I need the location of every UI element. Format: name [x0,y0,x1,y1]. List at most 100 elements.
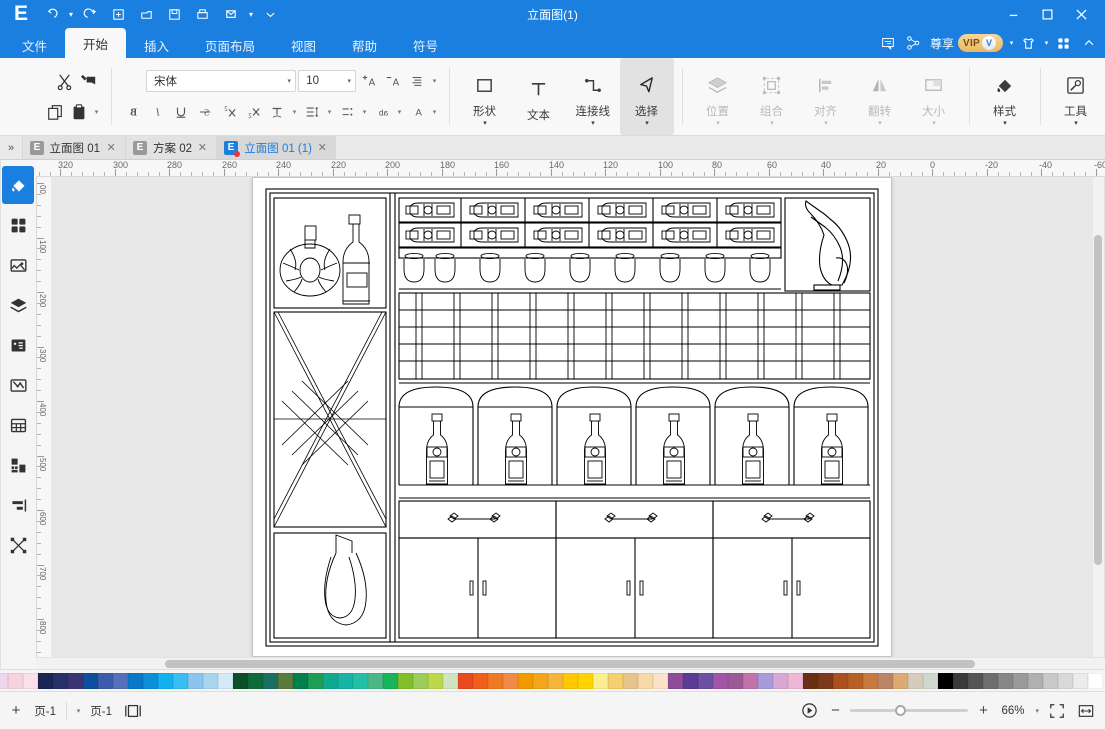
zoom-slider-knob[interactable] [895,705,907,716]
palette-swatch[interactable] [1043,672,1058,689]
document-tab-active[interactable]: ✕ 立面图 01 (1) E [215,136,336,159]
palette-swatch[interactable] [893,672,908,689]
print-icon[interactable] [190,1,216,27]
add-page-button[interactable]: + [8,702,24,719]
palette-swatch[interactable] [848,672,863,689]
tab-bangzhu[interactable]: 帮助 [334,32,395,58]
redo-dropdown-caret[interactable]: ▾ [246,10,256,19]
palette-swatch[interactable] [968,672,983,689]
canvas-area[interactable] [51,177,1093,657]
add-page-icon[interactable] [106,1,132,27]
maximize-button[interactable] [1031,0,1065,28]
shape-button[interactable]: 形状 ▾ [458,58,512,135]
copy-icon[interactable] [44,101,66,123]
highlight-icon[interactable]: ab [371,101,393,123]
theme-dropdown-caret[interactable]: ▾ [1007,39,1016,47]
palette-swatch[interactable] [203,672,218,689]
sidebar-item-image[interactable] [3,246,35,284]
view-mode-icon[interactable] [122,700,144,722]
text-align-icon[interactable] [406,70,428,92]
vip-label[interactable]: 尊享 [930,35,954,52]
tab-yemianbuju[interactable]: 页面布局 [187,32,273,58]
horizontal-ruler[interactable]: -60 -40 -20 0 20 40 60 80 100 120 140 160 180 200 220 2… [36,160,1105,177]
palette-swatch[interactable] [308,672,323,689]
style-button[interactable]: 样式 ▾ [978,58,1032,135]
palette-swatch[interactable] [443,672,458,689]
save-icon[interactable] [162,1,188,27]
palette-swatch[interactable] [413,672,428,689]
palette-swatch[interactable] [68,672,83,689]
underline-icon[interactable] [170,101,192,123]
palette-swatch[interactable] [113,672,128,689]
palette-swatch[interactable] [653,672,668,689]
horizontal-scrollbar-thumb[interactable] [165,660,975,668]
undo-dropdown-caret[interactable]: ▾ [66,10,76,19]
theme-shirt-icon[interactable] [1017,31,1041,55]
strikethrough-icon[interactable]: S [194,101,216,123]
size-caret-icon[interactable]: ▾ [932,120,936,127]
palette-swatch[interactable] [803,672,818,689]
horizontal-scrollbar[interactable] [36,657,1105,669]
line-spacing-caret-icon[interactable]: ▾ [325,108,334,116]
palette-swatch[interactable] [908,672,923,689]
palette-swatch[interactable] [1088,672,1103,689]
undo-icon[interactable] [78,1,104,27]
tab-kaishi[interactable]: 开始 [65,28,127,58]
clear-format-icon[interactable] [266,101,288,123]
close-button[interactable] [1065,0,1099,28]
vertical-ruler[interactable]: 00100200300400500600700800900 [36,177,51,657]
minimize-button[interactable] [997,0,1031,28]
format-painter-icon[interactable] [78,70,101,92]
font-family-select[interactable]: ▾ 宋体 [146,70,296,92]
sidebar-item-shapes[interactable] [3,206,35,244]
bullet-list-icon[interactable] [336,101,358,123]
paste-icon[interactable] [68,101,90,123]
comment-icon[interactable] [876,31,900,55]
palette-swatch[interactable] [683,672,698,689]
page-label-right[interactable]: 页-1 [90,703,112,719]
palette-swatch[interactable] [608,672,623,689]
palette-swatch[interactable] [1028,672,1043,689]
palette-swatch[interactable] [233,672,248,689]
palette-swatch[interactable] [158,672,173,689]
palette-swatch[interactable] [713,672,728,689]
presentation-play-icon[interactable] [798,700,820,722]
palette-swatch[interactable] [368,672,383,689]
font-color-caret-icon[interactable]: ▾ [430,108,439,116]
zoom-out-button[interactable]: − [827,702,843,719]
flip-caret-icon[interactable]: ▾ [878,120,882,127]
palette-swatch[interactable] [758,672,773,689]
fit-page-icon[interactable] [1046,700,1068,722]
collapse-tabs-icon[interactable]: « [0,136,22,159]
sidebar-item-align[interactable] [3,486,35,524]
highlight-caret-icon[interactable]: ▾ [395,108,404,116]
position-caret-icon[interactable]: ▾ [716,120,720,127]
palette-swatch[interactable] [638,672,653,689]
palette-swatch[interactable] [188,672,203,689]
superscript-icon[interactable]: 2 [218,101,240,123]
palette-swatch[interactable] [548,672,563,689]
palette-swatch[interactable] [578,672,593,689]
palette-swatch[interactable] [818,672,833,689]
zoom-slider[interactable] [850,703,969,719]
palette-swatch[interactable] [983,672,998,689]
line-spacing-icon[interactable] [301,101,323,123]
document-tab[interactable]: ✕ 方案 02 E [124,136,216,159]
select-button[interactable]: 选择 ▾ [620,58,674,135]
palette-swatch[interactable] [953,672,968,689]
select-caret-icon[interactable]: ▾ [645,120,649,127]
size-button[interactable]: 大小 ▾ [907,58,961,135]
palette-swatch[interactable] [53,672,68,689]
sidebar-item-template[interactable] [3,446,35,484]
font-size-select[interactable]: ▾ 10 [298,70,356,92]
palette-swatch[interactable] [488,672,503,689]
palette-swatch[interactable] [998,672,1013,689]
fit-width-icon[interactable] [1075,700,1097,722]
apps-grid-icon[interactable] [1052,31,1076,55]
sidebar-item-layers[interactable] [3,286,35,324]
drawing-page[interactable] [252,177,892,657]
tab-charu[interactable]: 插入 [126,32,187,58]
clear-format-caret-icon[interactable]: ▾ [290,108,299,116]
palette-swatch[interactable] [563,672,578,689]
bullet-list-caret-icon[interactable]: ▾ [360,108,369,116]
